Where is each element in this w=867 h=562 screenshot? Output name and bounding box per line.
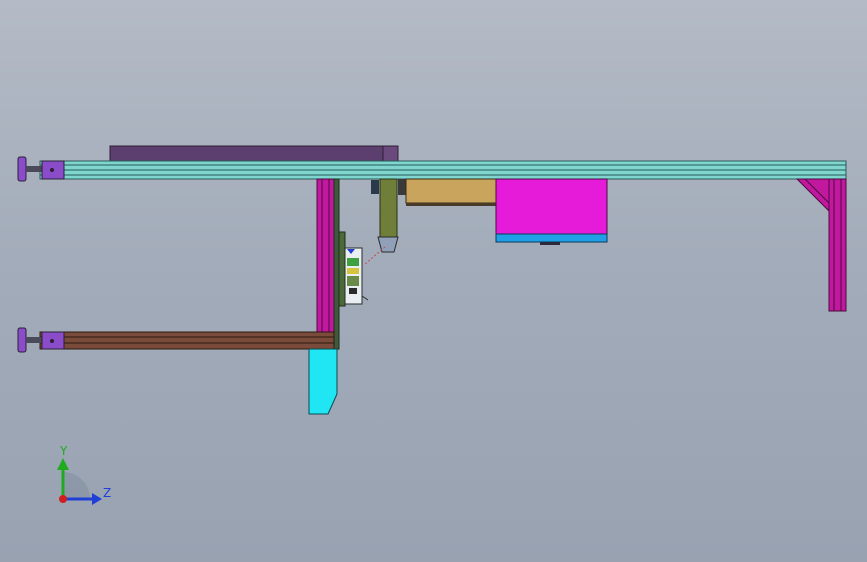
top-slide-plate-end[interactable]: [382, 145, 399, 162]
top-rail[interactable]: [39, 160, 847, 180]
triad-y-label: Y: [59, 444, 68, 458]
olive-swing-arm[interactable]: [363, 178, 406, 266]
lower-cyan-guard[interactable]: [308, 348, 338, 415]
right-vertical-post[interactable]: [828, 178, 847, 312]
right-bracket[interactable]: [795, 178, 830, 213]
triad-x-origin: [59, 495, 67, 503]
triad-arc: [63, 472, 90, 499]
assembly-drawing[interactable]: Y Z: [0, 0, 867, 562]
gripper-mechanism[interactable]: [338, 231, 369, 307]
top-slide-plate[interactable]: [109, 145, 385, 162]
coordinate-triad: Y Z: [57, 444, 111, 505]
center-vertical-post[interactable]: [316, 178, 340, 350]
bottom-rail[interactable]: [39, 331, 335, 350]
triad-z-label: Z: [103, 486, 111, 500]
magenta-housing[interactable]: [495, 178, 608, 245]
cad-viewport[interactable]: Y Z: [0, 0, 867, 562]
